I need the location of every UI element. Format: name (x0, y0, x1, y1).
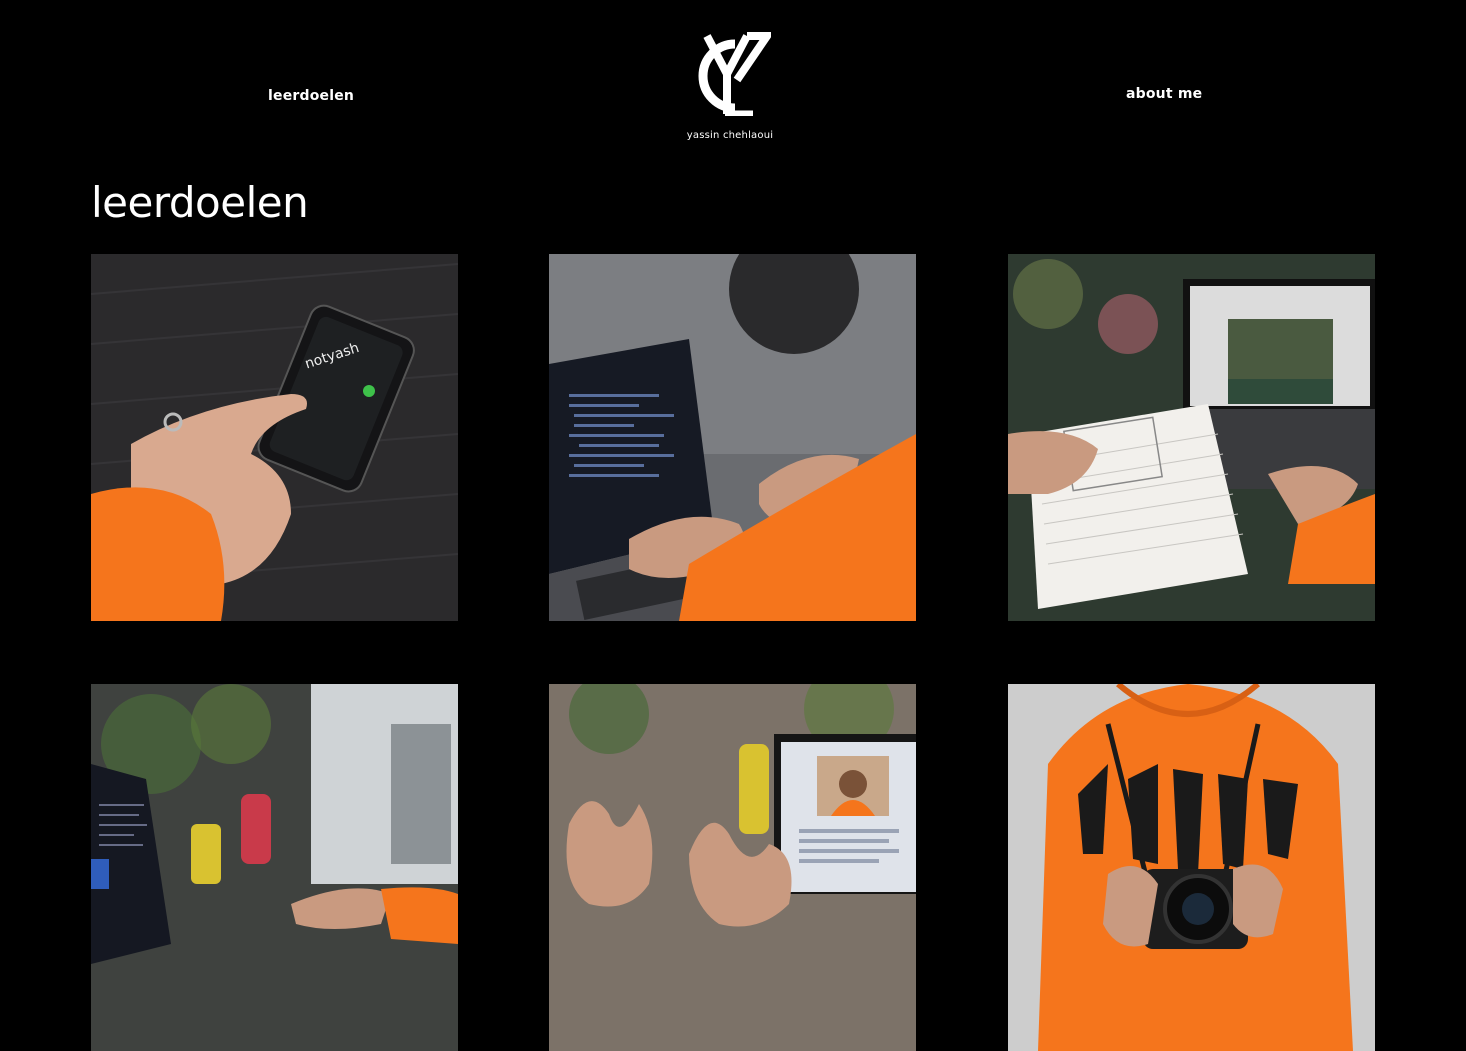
photo-tile-4[interactable] (91, 684, 458, 1051)
photo-hand-phone: notyash (91, 254, 458, 621)
photo-tile-6[interactable] (1008, 684, 1375, 1051)
logo-name: yassin chehlaoui (686, 130, 774, 141)
site-logo[interactable]: yassin chehlaoui (680, 30, 780, 155)
nav-link-about-me[interactable]: about me (1126, 86, 1202, 102)
nav-link-leerdoelen[interactable]: leerdoelen (268, 88, 354, 104)
photo-laptop-code (549, 254, 916, 621)
photo-tile-2[interactable] (549, 254, 916, 621)
photo-tile-5[interactable] (549, 684, 916, 1051)
yc-logo-icon (698, 32, 771, 116)
site-header: leerdoelen yassin chehlaoui about me (0, 0, 1466, 170)
page-title: leerdoelen (91, 178, 309, 227)
photo-tile-1[interactable]: notyash (91, 254, 458, 621)
photo-orange-hoodie (1008, 684, 1375, 1051)
photo-sketch-wireframe (1008, 254, 1375, 621)
photo-video-call (549, 684, 916, 1051)
photo-tile-3[interactable] (1008, 254, 1375, 621)
photo-laptop-room (91, 684, 458, 1051)
